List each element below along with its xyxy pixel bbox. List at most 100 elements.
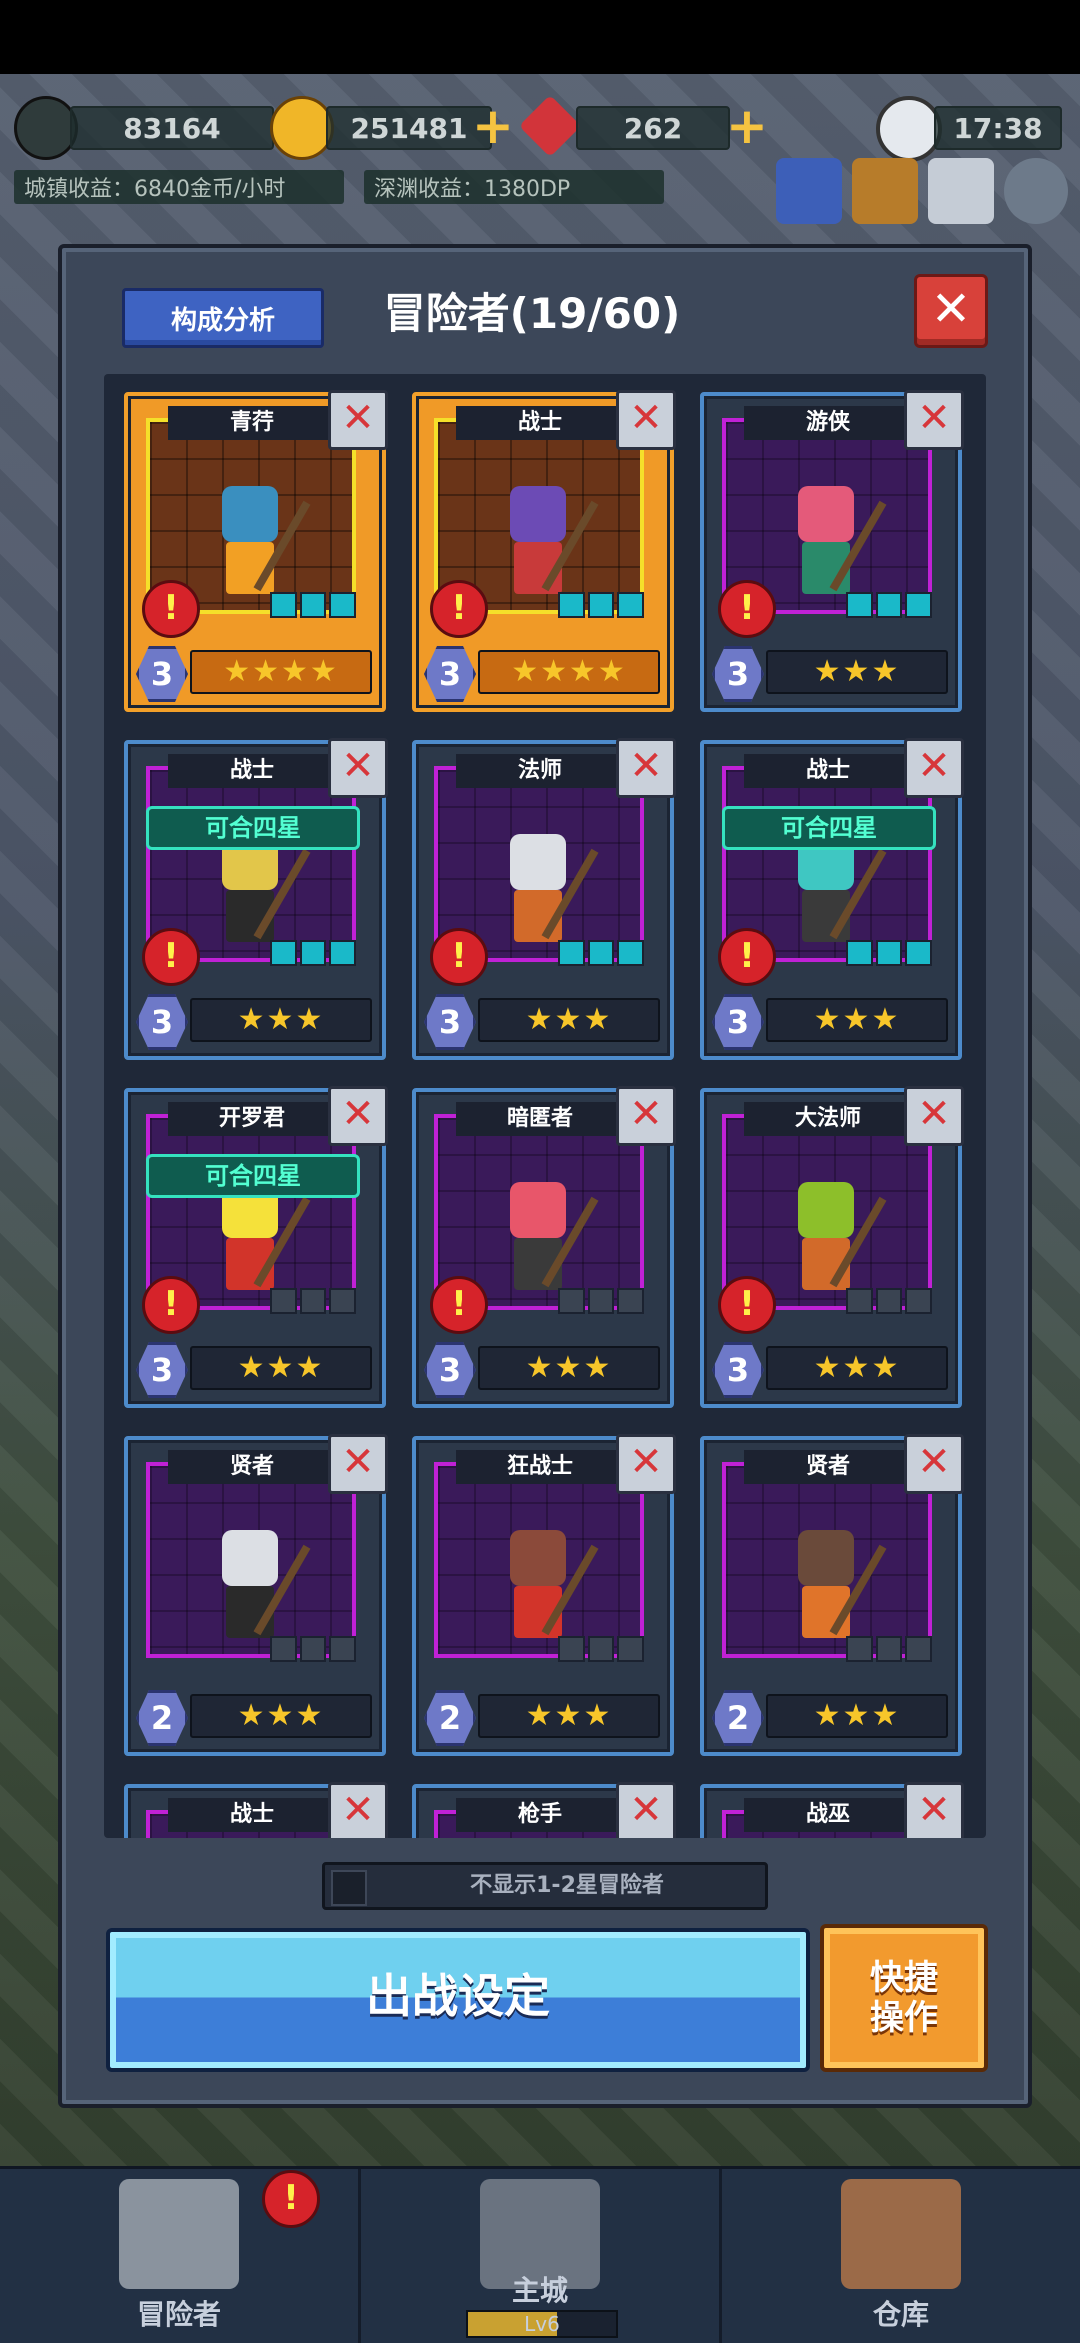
dismiss-icon[interactable]: ✕ <box>904 1086 964 1146</box>
nav-warehouse[interactable]: 仓库 <box>722 2169 1080 2343</box>
adventurer-card[interactable]: 战巫 ✕ <box>700 1782 964 1838</box>
deploy-settings-button[interactable]: 出战设定 <box>106 1928 810 2072</box>
star-rating: ★★★ <box>478 998 660 1042</box>
star-rating: ★★★ <box>190 1694 372 1738</box>
character-sprite <box>200 486 311 606</box>
adventurer-card[interactable]: 战士 ✕ 可合四星! 3 ★★★ <box>700 738 964 1060</box>
city-level: Lv6 <box>524 2312 560 2336</box>
adventurer-card[interactable]: 贤者 ✕ 2 ★★★ <box>124 1434 388 1756</box>
level-badge: 3 <box>712 1342 764 1398</box>
dismiss-icon[interactable]: ✕ <box>616 1782 676 1838</box>
card-name: 战士 <box>168 1798 336 1832</box>
adventurer-card[interactable]: 贤者 ✕ 2 ★★★ <box>700 1434 964 1756</box>
dismiss-icon[interactable]: ✕ <box>904 738 964 798</box>
dismiss-icon[interactable]: ✕ <box>616 390 676 450</box>
dismiss-icon[interactable]: ✕ <box>328 738 388 798</box>
level-badge: 3 <box>712 646 764 702</box>
party-icon[interactable] <box>776 158 842 224</box>
dismiss-icon[interactable]: ✕ <box>328 1782 388 1838</box>
alert-icon: ! <box>718 1276 776 1334</box>
alert-icon: ! <box>430 580 488 638</box>
combine-badge: 可合四星 <box>146 806 360 850</box>
weapon-slot-icon <box>270 592 297 618</box>
sprite-head <box>510 834 566 890</box>
weapon-slot-icon <box>846 1636 873 1662</box>
quick-action-button[interactable]: 快捷 操作 <box>820 1924 988 2072</box>
dismiss-icon[interactable]: ✕ <box>328 1434 388 1494</box>
weapon-slot-icon <box>558 1288 585 1314</box>
alert-icon: ! <box>142 580 200 638</box>
close-button[interactable]: ✕ <box>914 274 988 348</box>
combine-badge: 可合四星 <box>722 806 936 850</box>
dismiss-icon[interactable]: ✕ <box>328 390 388 450</box>
card-name: 贤者 <box>168 1450 336 1484</box>
weapon-slot-icon <box>270 1636 297 1662</box>
card-name: 战巫 <box>744 1798 912 1832</box>
chest-icon[interactable] <box>852 158 918 224</box>
equipment-slots <box>846 940 933 966</box>
dismiss-icon[interactable]: ✕ <box>328 1086 388 1146</box>
adventurer-card[interactable]: 法师 ✕! 3 ★★★ <box>412 738 676 1060</box>
adventurer-card[interactable]: 战士 ✕ <box>124 1782 388 1838</box>
boots-slot-icon <box>329 1636 357 1662</box>
add-gem-button[interactable]: + <box>726 101 768 151</box>
armor-slot-icon <box>299 1288 327 1314</box>
city-level-bar: Lv6 <box>466 2310 618 2338</box>
card-name: 枪手 <box>456 1798 624 1832</box>
gear-icon[interactable] <box>1004 158 1068 224</box>
dismiss-icon[interactable]: ✕ <box>904 1782 964 1838</box>
dismiss-icon[interactable]: ✕ <box>904 390 964 450</box>
boots-slot-icon <box>617 1636 645 1662</box>
add-gold-button[interactable]: + <box>472 101 514 151</box>
dismiss-icon[interactable]: ✕ <box>616 1086 676 1146</box>
power-display: 83164 <box>70 106 274 150</box>
character-sprite <box>200 834 311 954</box>
adventurer-card[interactable]: 枪手 ✕ <box>412 1782 676 1838</box>
alert-icon: ! <box>142 928 200 986</box>
armor-slot-icon <box>875 592 903 618</box>
star-rating: ★★★★ <box>190 650 372 694</box>
dismiss-icon[interactable]: ✕ <box>616 1434 676 1494</box>
boots-slot-icon <box>617 940 645 966</box>
character-sprite <box>488 1530 599 1650</box>
armor-slot-icon <box>875 1288 903 1314</box>
dismiss-icon[interactable]: ✕ <box>904 1434 964 1494</box>
character-sprite <box>776 1530 887 1650</box>
card-name: 开罗君 <box>168 1102 336 1136</box>
composition-analysis-button[interactable]: 构成分析 <box>122 288 324 348</box>
armor-slot-icon <box>587 940 615 966</box>
level-badge: 3 <box>424 994 476 1050</box>
boots-slot-icon <box>905 592 933 618</box>
adventurer-card[interactable]: 开罗君 ✕ 可合四星! 3 ★★★ <box>124 1086 388 1408</box>
character-sprite <box>200 1182 311 1302</box>
sprite-head <box>798 486 854 542</box>
sprite-head <box>510 1530 566 1586</box>
character-sprite <box>488 486 599 606</box>
level-badge: 3 <box>136 646 188 702</box>
adventurer-card[interactable]: 游侠 ✕! 3 ★★★ <box>700 390 964 712</box>
adventurer-card[interactable]: 战士 ✕! 3 ★★★★ <box>412 390 676 712</box>
alert-icon: ! <box>430 928 488 986</box>
alert-icon: ! <box>430 1276 488 1334</box>
hide-low-star-toggle[interactable]: 不显示1-2星冒险者 <box>322 1862 768 1910</box>
checkbox[interactable] <box>331 1870 367 1906</box>
equipment-slots <box>846 1288 933 1314</box>
adventurer-card[interactable]: 暗匿者 ✕! 3 ★★★ <box>412 1086 676 1408</box>
character-sprite <box>488 1182 599 1302</box>
sprite-head <box>510 1182 566 1238</box>
adventurer-modal: 构成分析 冒险者(19/60) ✕ 青荇 ✕! 3 ★★★★ 战士 ✕! 3 ★★★★ 游侠 ✕!… <box>58 244 1032 2108</box>
equipment-slots <box>558 1288 645 1314</box>
adventurer-card[interactable]: 狂战士 ✕ 2 ★★★ <box>412 1434 676 1756</box>
knight-helmet-icon <box>119 2179 239 2289</box>
equipment-slots <box>846 1636 933 1662</box>
compass-icon[interactable] <box>928 158 994 224</box>
dismiss-icon[interactable]: ✕ <box>616 738 676 798</box>
boots-slot-icon <box>329 1288 357 1314</box>
adventurer-card[interactable]: 战士 ✕ 可合四星! 3 ★★★ <box>124 738 388 1060</box>
card-name: 游侠 <box>744 406 912 440</box>
adventurer-grid[interactable]: 青荇 ✕! 3 ★★★★ 战士 ✕! 3 ★★★★ 游侠 ✕! 3 ★★★ 战士 ✕ 可合四星! 3 ★★★ 法师… <box>104 374 986 1838</box>
adventurer-card[interactable]: 大法师 ✕! 3 ★★★ <box>700 1086 964 1408</box>
weapon-slot-icon <box>558 592 585 618</box>
sprite-head <box>222 1530 278 1586</box>
adventurer-card[interactable]: 青荇 ✕! 3 ★★★★ <box>124 390 388 712</box>
